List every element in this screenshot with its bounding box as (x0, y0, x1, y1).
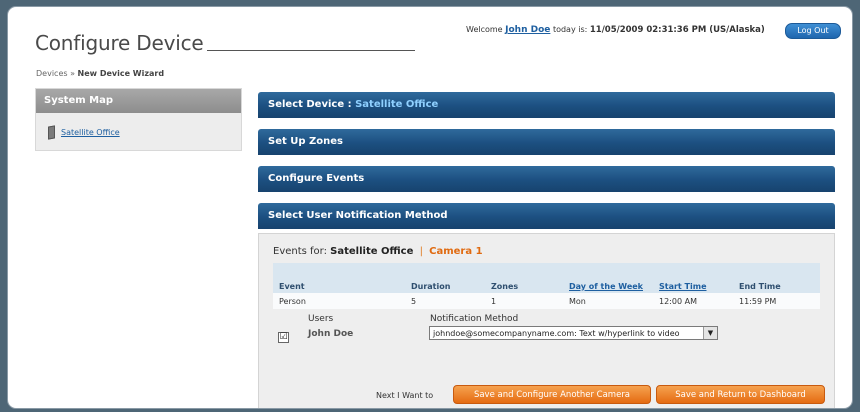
notification-method-value: johndoe@somecompanyname.com: Text w/hype… (433, 329, 680, 338)
user-link[interactable]: John Doe (505, 25, 550, 35)
user-checkbox[interactable]: ☑ (278, 332, 289, 343)
next-label: Next I Want to (376, 391, 434, 400)
title-divider (207, 50, 415, 51)
users-label: Users (308, 314, 334, 324)
welcome-bar: Welcome John Doe today is: 11/05/2009 02… (466, 25, 765, 35)
save-return-dashboard-button[interactable]: Save and Return to Dashboard (656, 385, 825, 404)
breadcrumb-current: New Device Wizard (77, 69, 165, 78)
events-separator: | (419, 246, 423, 257)
notification-panel: Events for: Satellite Office | Camera 1 … (258, 233, 835, 408)
cell-zones: 1 (485, 293, 563, 309)
column-duration: Duration (405, 263, 485, 293)
camera-name: Camera 1 (429, 246, 483, 257)
notification-method-label: Notification Method (430, 314, 519, 324)
notification-method-select[interactable]: johndoe@somecompanyname.com: Text w/hype… (429, 326, 718, 340)
column-day-of-week[interactable]: Day of the Week (563, 263, 653, 293)
breadcrumb-separator: » (70, 69, 75, 78)
welcome-prefix: Welcome (466, 25, 503, 34)
step-configure-events[interactable]: Configure Events (258, 166, 835, 192)
page-title: Configure Device (35, 31, 204, 55)
events-table: Event Duration Zones Day of the Week Sta… (273, 263, 820, 309)
events-for-label: Events for: (273, 246, 327, 257)
events-location: Satellite Office (330, 246, 414, 257)
logout-button[interactable]: Log Out (785, 23, 841, 39)
sidebar-item-label[interactable]: Satellite Office (61, 128, 120, 137)
cell-day: Mon (563, 293, 653, 309)
events-for-line: Events for: Satellite Office | Camera 1 (273, 246, 483, 257)
selected-device: Satellite Office (355, 99, 439, 110)
sidebar-item-satellite-office[interactable]: Satellite Office (48, 125, 120, 140)
step-label: Select Device : (268, 99, 352, 110)
device-icon (48, 125, 55, 140)
user-name: John Doe (308, 329, 354, 339)
breadcrumb-root[interactable]: Devices (36, 69, 68, 78)
cell-end: 11:59 PM (733, 293, 820, 309)
column-start-time[interactable]: Start Time (653, 263, 733, 293)
column-event: Event (273, 263, 405, 293)
step-select-device[interactable]: Select Device : Satellite Office (258, 92, 835, 118)
cell-start: 12:00 AM (653, 293, 733, 309)
system-map-title: System Map (36, 89, 241, 113)
step-set-up-zones[interactable]: Set Up Zones (258, 129, 835, 155)
save-configure-another-button[interactable]: Save and Configure Another Camera (453, 385, 651, 404)
table-row: Person 5 1 Mon 12:00 AM 11:59 PM (273, 293, 820, 309)
cell-event: Person (273, 293, 405, 309)
datetime: 11/05/2009 02:31:36 PM (US/Alaska) (589, 25, 765, 35)
table-header-row: Event Duration Zones Day of the Week Sta… (273, 263, 820, 293)
system-map-panel: System Map Satellite Office (35, 88, 242, 151)
today-label: today is: (552, 25, 588, 34)
column-end-time: End Time (733, 263, 820, 293)
chevron-down-icon[interactable]: ▼ (703, 327, 717, 339)
column-zones: Zones (485, 263, 563, 293)
breadcrumb: Devices » New Device Wizard (36, 69, 164, 78)
app-window: Configure Device Welcome John Doe today … (7, 6, 853, 409)
cell-duration: 5 (405, 293, 485, 309)
step-user-notification[interactable]: Select User Notification Method (258, 203, 835, 229)
